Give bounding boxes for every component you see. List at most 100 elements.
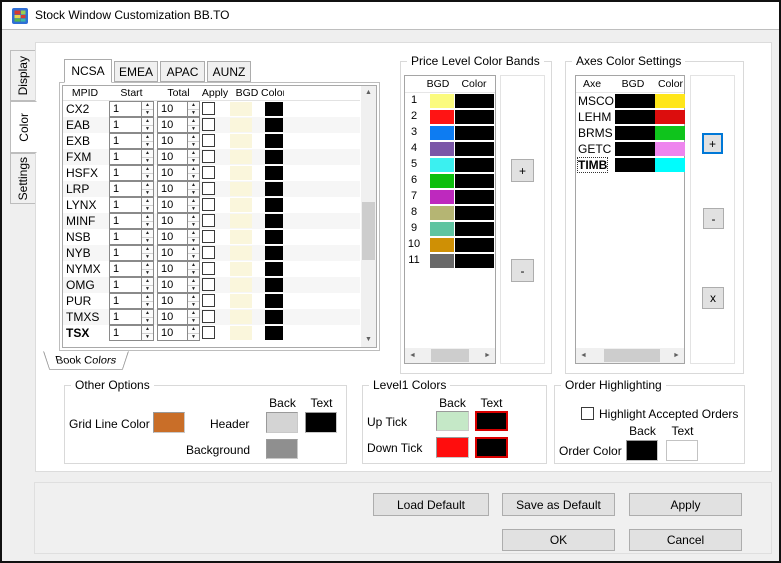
spin-up-icon[interactable]: ▲ (142, 150, 153, 158)
start-spinner[interactable]: 1 ▲ ▼ (109, 149, 154, 165)
start-spinner[interactable]: 1 ▲ ▼ (109, 277, 154, 293)
bgd-swatch[interactable] (430, 110, 454, 124)
apply-checkbox[interactable] (202, 262, 215, 275)
color-swatch[interactable] (265, 262, 283, 276)
cancel-button[interactable]: Cancel (629, 529, 742, 551)
spin-up-icon[interactable]: ▲ (142, 102, 153, 110)
start-value[interactable]: 1 (109, 101, 141, 117)
start-value[interactable]: 1 (109, 133, 141, 149)
spin-down-icon[interactable]: ▼ (142, 157, 153, 164)
apply-checkbox[interactable] (202, 230, 215, 243)
spin-up-icon[interactable]: ▲ (188, 198, 199, 206)
header-back-swatch[interactable] (266, 412, 298, 433)
tab-apac[interactable]: APAC (160, 61, 205, 82)
save-as-default-button[interactable]: Save as Default (502, 493, 615, 516)
bgd-swatch[interactable] (230, 214, 252, 228)
spin-down-icon[interactable]: ▼ (142, 237, 153, 244)
bgd-swatch[interactable] (615, 126, 655, 140)
total-spinner[interactable]: 10 ▲ ▼ (157, 165, 200, 181)
total-value[interactable]: 10 (157, 325, 187, 341)
total-value[interactable]: 10 (157, 245, 187, 261)
spin-up-icon[interactable]: ▲ (188, 118, 199, 126)
color-swatch[interactable] (265, 166, 283, 180)
up-tick-back-swatch[interactable] (436, 411, 469, 431)
bgd-swatch[interactable] (430, 222, 454, 236)
color-swatch[interactable] (265, 118, 283, 132)
start-spinner[interactable]: 1 ▲ ▼ (109, 165, 154, 181)
apply-checkbox[interactable] (202, 182, 215, 195)
total-value[interactable]: 10 (157, 101, 187, 117)
down-tick-text-swatch[interactable] (475, 437, 508, 458)
axe-label[interactable]: TIMB (576, 157, 609, 173)
spin-up-icon[interactable]: ▲ (188, 214, 199, 222)
tab-settings[interactable]: Settings (10, 153, 35, 204)
bgd-swatch[interactable] (230, 134, 252, 148)
spin-up-icon[interactable]: ▲ (142, 310, 153, 318)
color-swatch[interactable] (265, 310, 283, 324)
spin-up-icon[interactable]: ▲ (142, 118, 153, 126)
spin-up-icon[interactable]: ▲ (142, 134, 153, 142)
total-value[interactable]: 10 (157, 149, 187, 165)
bgd-swatch[interactable] (430, 126, 454, 140)
color-swatch[interactable] (455, 110, 494, 124)
spin-up-icon[interactable]: ▲ (142, 214, 153, 222)
scroll-right-icon[interactable]: ► (480, 348, 495, 363)
spin-down-icon[interactable]: ▼ (188, 205, 199, 212)
color-swatch[interactable] (265, 294, 283, 308)
scrollbar-thumb[interactable] (431, 349, 469, 362)
price-bands-hscrollbar[interactable]: ◄ ► (405, 348, 495, 363)
spin-down-icon[interactable]: ▼ (188, 301, 199, 308)
apply-checkbox[interactable] (202, 198, 215, 211)
ok-button[interactable]: OK (502, 529, 615, 551)
bgd-swatch[interactable] (230, 326, 252, 340)
apply-checkbox[interactable] (202, 118, 215, 131)
spin-down-icon[interactable]: ▼ (188, 317, 199, 324)
spin-down-icon[interactable]: ▼ (188, 221, 199, 228)
spin-down-icon[interactable]: ▼ (188, 333, 199, 340)
start-value[interactable]: 1 (109, 277, 141, 293)
spin-up-icon[interactable]: ▲ (188, 134, 199, 142)
spin-up-icon[interactable]: ▲ (188, 310, 199, 318)
tab-emea[interactable]: EMEA (114, 61, 158, 82)
color-swatch[interactable] (655, 126, 685, 140)
spin-up-icon[interactable]: ▲ (142, 230, 153, 238)
start-value[interactable]: 1 (109, 117, 141, 133)
bgd-swatch[interactable] (430, 158, 454, 172)
bgd-swatch[interactable] (230, 166, 252, 180)
bgd-swatch[interactable] (230, 294, 252, 308)
spin-down-icon[interactable]: ▼ (142, 317, 153, 324)
color-swatch[interactable] (655, 94, 685, 108)
grid-line-color-swatch[interactable] (153, 412, 185, 433)
start-spinner[interactable]: 1 ▲ ▼ (109, 293, 154, 309)
spin-up-icon[interactable]: ▲ (188, 182, 199, 190)
start-value[interactable]: 1 (109, 261, 141, 277)
bgd-swatch[interactable] (230, 118, 252, 132)
spin-down-icon[interactable]: ▼ (142, 125, 153, 132)
axes-remove-button[interactable]: - (703, 208, 724, 229)
scroll-right-icon[interactable]: ► (669, 348, 684, 363)
color-swatch[interactable] (265, 134, 283, 148)
spin-down-icon[interactable]: ▼ (188, 237, 199, 244)
price-band-add-button[interactable]: + (511, 159, 534, 182)
axes-hscrollbar[interactable]: ◄ ► (576, 348, 684, 363)
spin-down-icon[interactable]: ▼ (142, 141, 153, 148)
spin-up-icon[interactable]: ▲ (142, 294, 153, 302)
start-spinner[interactable]: 1 ▲ ▼ (109, 309, 154, 325)
total-spinner[interactable]: 10 ▲ ▼ (157, 245, 200, 261)
spin-down-icon[interactable]: ▼ (142, 333, 153, 340)
spin-up-icon[interactable]: ▲ (142, 262, 153, 270)
bgd-swatch[interactable] (230, 102, 252, 116)
total-spinner[interactable]: 10 ▲ ▼ (157, 325, 200, 341)
apply-checkbox[interactable] (202, 278, 215, 291)
color-swatch[interactable] (265, 278, 283, 292)
total-value[interactable]: 10 (157, 261, 187, 277)
spin-down-icon[interactable]: ▼ (142, 189, 153, 196)
color-swatch[interactable] (455, 222, 494, 236)
total-spinner[interactable]: 10 ▲ ▼ (157, 213, 200, 229)
start-value[interactable]: 1 (109, 213, 141, 229)
color-swatch[interactable] (265, 246, 283, 260)
bgd-swatch[interactable] (430, 174, 454, 188)
color-swatch[interactable] (455, 142, 494, 156)
bgd-swatch[interactable] (230, 150, 252, 164)
spin-down-icon[interactable]: ▼ (188, 189, 199, 196)
